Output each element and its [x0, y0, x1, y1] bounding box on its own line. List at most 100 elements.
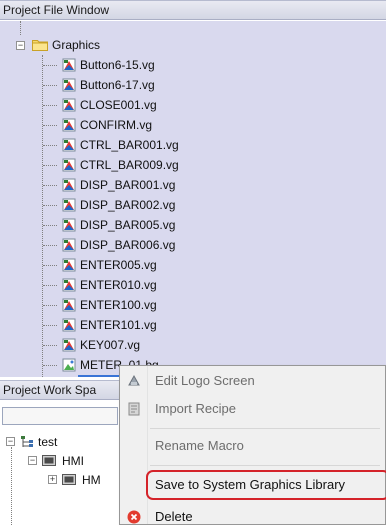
tree-connector: [43, 65, 57, 66]
tree-connector: [43, 85, 57, 86]
file-label: KEY007.vg: [80, 338, 141, 352]
menu-item-label: Edit Logo Screen: [155, 373, 255, 388]
vector-graphic-icon: [62, 158, 76, 172]
menu-item-rename-macro[interactable]: Rename Macro: [120, 432, 386, 460]
tree-row-test[interactable]: − test: [0, 432, 120, 452]
file-row[interactable]: CONFIRM.vg: [0, 115, 386, 135]
tree-connector: [43, 105, 57, 106]
file-row[interactable]: DISP_BAR005.vg: [0, 215, 386, 235]
tree-label-hmi-child: HM: [82, 473, 101, 487]
folder-label: Graphics: [52, 38, 101, 52]
import-recipe-icon: [128, 402, 140, 416]
file-row[interactable]: ENTER100.vg: [0, 295, 386, 315]
expand-icon[interactable]: +: [48, 475, 57, 484]
tree-label-test: test: [38, 435, 58, 449]
project-work-space-title: Project Work Spa: [0, 380, 120, 400]
file-row[interactable]: ENTER005.vg: [0, 255, 386, 275]
file-row[interactable]: ENTER101.vg: [0, 315, 386, 335]
file-label: ENTER010.vg: [80, 278, 157, 292]
tree-connector: [43, 145, 57, 146]
tree-connector: [43, 125, 57, 126]
tree-connector: [43, 185, 57, 186]
file-label: DISP_BAR006.vg: [80, 238, 176, 252]
file-label: Button6-15.vg: [80, 58, 155, 72]
file-label: ENTER005.vg: [80, 258, 157, 272]
menu-item-label: Import Recipe: [155, 401, 236, 416]
tree-connector: [43, 265, 57, 266]
file-row[interactable]: Button6-17.vg: [0, 75, 386, 95]
tree-connector: [43, 345, 57, 346]
file-row[interactable]: DISP_BAR001.vg: [0, 175, 386, 195]
tree-connector: [43, 165, 57, 166]
file-row[interactable]: DISP_BAR006.vg: [0, 235, 386, 255]
vector-graphic-icon: [62, 198, 76, 212]
vector-graphic-icon: [62, 118, 76, 132]
hmi-device-icon: [42, 455, 56, 466]
file-row[interactable]: DISP_BAR002.vg: [0, 195, 386, 215]
file-label: CONFIRM.vg: [80, 118, 152, 132]
tree-label-hmi: HMI: [62, 454, 84, 468]
vector-graphic-icon: [62, 98, 76, 112]
collapse-icon[interactable]: −: [28, 456, 37, 465]
vector-graphic-icon: [62, 58, 76, 72]
file-label: CTRL_BAR001.vg: [80, 138, 179, 152]
vector-graphic-icon: [62, 178, 76, 192]
highlight-annotation: [146, 470, 386, 500]
folder-icon: [32, 40, 48, 51]
menu-item-delete[interactable]: Delete: [120, 503, 386, 525]
menu-item-edit-logo-screen[interactable]: Edit Logo Screen: [120, 367, 386, 395]
vector-graphic-icon: [62, 238, 76, 252]
collapse-icon[interactable]: −: [16, 41, 25, 50]
vector-graphic-icon: [62, 318, 76, 332]
context-menu: Edit Logo Screen Import Recipe Rename Ma…: [119, 365, 386, 525]
project-file-window-title: Project File Window: [0, 0, 386, 20]
tree-row-hmi-child[interactable]: + HM: [0, 470, 120, 490]
file-label: DISP_BAR005.vg: [80, 218, 176, 232]
tree-connector: [43, 305, 57, 306]
tree-row-hmi[interactable]: − HMI: [0, 451, 120, 471]
tree-connector: [43, 205, 57, 206]
tree-connector: [43, 325, 57, 326]
tree-connector: [43, 245, 57, 246]
file-row[interactable]: CTRL_BAR001.vg: [0, 135, 386, 155]
file-label: Button6-17.vg: [80, 78, 155, 92]
tree-connector: [20, 21, 21, 35]
project-file-tree[interactable]: − Graphics Button6-15.vg Button6-17.vg CLO…: [0, 21, 386, 377]
file-label: ENTER100.vg: [80, 298, 157, 312]
menu-item-import-recipe[interactable]: Import Recipe: [120, 395, 386, 423]
menu-separator: [150, 465, 380, 466]
file-row[interactable]: CTRL_BAR009.vg: [0, 155, 386, 175]
vector-graphic-icon: [62, 218, 76, 232]
menu-item-label: Rename Macro: [155, 438, 244, 453]
project-file-window-title-text: Project File Window: [3, 3, 110, 17]
vector-graphic-icon: [62, 138, 76, 152]
bitmap-graphic-icon: [62, 358, 76, 372]
project-work-space-title-text: Project Work Spa: [3, 383, 97, 397]
delete-icon: [127, 510, 141, 524]
tree-connector: [43, 225, 57, 226]
vector-graphic-icon: [62, 258, 76, 272]
hmi-device-icon: [62, 474, 76, 485]
file-label: ENTER101.vg: [80, 318, 157, 332]
vector-graphic-icon: [62, 78, 76, 92]
collapse-icon[interactable]: −: [6, 437, 15, 446]
file-label: CTRL_BAR009.vg: [80, 158, 179, 172]
vector-graphic-icon: [62, 298, 76, 312]
tree-row-graphics-folder[interactable]: − Graphics: [0, 35, 386, 55]
vector-graphic-icon: [62, 338, 76, 352]
edit-logo-icon: [128, 374, 140, 386]
tree-connector: [43, 365, 57, 366]
tree-connector: [43, 285, 57, 286]
work-space-search-input[interactable]: [2, 407, 118, 425]
file-row[interactable]: KEY007.vg: [0, 335, 386, 355]
project-tree-icon: [21, 436, 33, 447]
file-row[interactable]: ENTER010.vg: [0, 275, 386, 295]
file-label: DISP_BAR002.vg: [80, 198, 176, 212]
file-row[interactable]: Button6-15.vg: [0, 55, 386, 75]
file-label: DISP_BAR001.vg: [80, 178, 176, 192]
menu-separator: [150, 428, 380, 429]
file-row[interactable]: CLOSE001.vg: [0, 95, 386, 115]
menu-item-label: Delete: [155, 509, 193, 524]
file-label: CLOSE001.vg: [80, 98, 157, 112]
vector-graphic-icon: [62, 278, 76, 292]
